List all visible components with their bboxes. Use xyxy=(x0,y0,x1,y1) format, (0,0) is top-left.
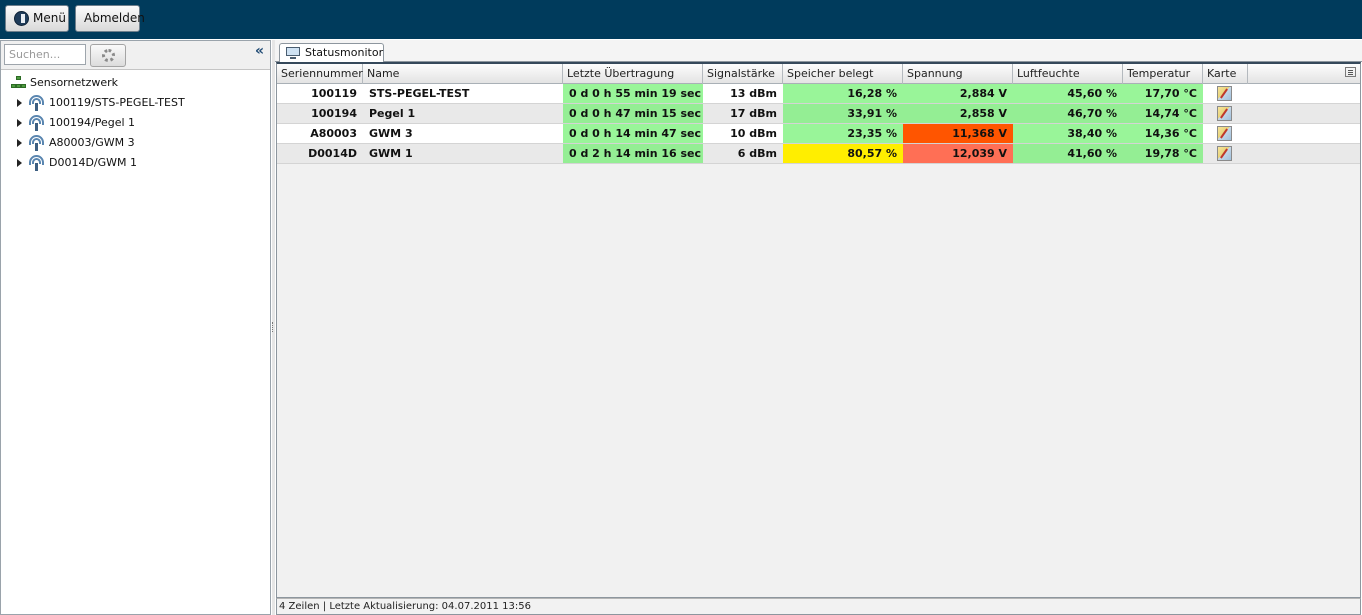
cell-voltage: 2,858 V xyxy=(903,104,1013,123)
cell-temperature: 19,78 °C xyxy=(1123,144,1203,163)
expand-arrow-icon[interactable] xyxy=(17,139,22,147)
cell-last-transmission: 0 d 0 h 14 min 47 sec xyxy=(563,124,703,143)
map-icon[interactable] xyxy=(1217,86,1232,101)
sensor-antenna-icon xyxy=(28,115,45,131)
cell-name: GWM 3 xyxy=(369,127,413,140)
tree-item-label: 100119/STS-PEGEL-TEST xyxy=(49,96,185,109)
cell-memory: 16,28 % xyxy=(783,84,903,103)
tree-item-label: D0014D/GWM 1 xyxy=(49,156,138,169)
search-input[interactable] xyxy=(4,44,86,65)
cell-name: GWM 1 xyxy=(369,147,413,160)
table-row[interactable]: 100194 Pegel 1 0 d 0 h 47 min 15 sec 17 … xyxy=(277,104,1360,124)
cell-temperature: 14,74 °C xyxy=(1123,104,1203,123)
cell-humidity: 45,60 % xyxy=(1013,84,1123,103)
menu-button-label: Menü xyxy=(33,11,66,25)
column-header-name[interactable]: Name xyxy=(363,64,563,84)
sidebar-toolbar: « xyxy=(1,41,270,70)
cell-memory: 80,57 % xyxy=(783,144,903,163)
tab-statusmonitor[interactable]: Statusmonitor xyxy=(279,43,384,63)
logout-button[interactable]: Abmelden xyxy=(75,5,145,32)
column-header-memory[interactable]: Speicher belegt xyxy=(783,64,903,84)
cell-last-transmission: 0 d 2 h 14 min 16 sec xyxy=(563,144,703,163)
menu-button[interactable]: Menü xyxy=(5,5,69,32)
expand-arrow-icon[interactable] xyxy=(17,119,22,127)
cell-last-transmission: 0 d 0 h 47 min 15 sec xyxy=(563,104,703,123)
cell-serial: D0014D xyxy=(308,147,357,160)
cell-signal: 6 dBm xyxy=(737,147,777,160)
cell-map xyxy=(1203,144,1248,163)
sensor-antenna-icon xyxy=(28,155,45,171)
sensor-tree: Sensornetzwerk 100119/STS-PEGEL-TEST 100… xyxy=(1,73,270,173)
column-header-humidity[interactable]: Luftfeuchte xyxy=(1013,64,1123,84)
table-row[interactable]: D0014D GWM 1 0 d 2 h 14 min 16 sec 6 dBm… xyxy=(277,144,1360,164)
cell-voltage: 11,368 V xyxy=(903,124,1013,143)
main-panel: Statusmonitor Seriennummer Name Letzte Ü… xyxy=(275,40,1362,615)
network-icon xyxy=(11,76,27,90)
app-logo-icon xyxy=(14,11,29,26)
tab-label: Statusmonitor xyxy=(305,46,384,59)
sensor-antenna-icon xyxy=(28,135,45,151)
cell-map xyxy=(1203,124,1248,143)
map-icon[interactable] xyxy=(1217,106,1232,121)
cell-memory: 23,35 % xyxy=(783,124,903,143)
cell-name: Pegel 1 xyxy=(369,107,416,120)
table-row[interactable]: A80003 GWM 3 0 d 0 h 14 min 47 sec 10 dB… xyxy=(277,124,1360,144)
cell-voltage: 12,039 V xyxy=(903,144,1013,163)
cell-serial: A80003 xyxy=(310,127,357,140)
column-header-temperature[interactable]: Temperatur xyxy=(1123,64,1203,84)
cell-memory: 33,91 % xyxy=(783,104,903,123)
cell-temperature: 14,36 °C xyxy=(1123,124,1203,143)
tree-item-label: A80003/GWM 3 xyxy=(49,136,135,149)
map-icon[interactable] xyxy=(1217,126,1232,141)
sidebar: « Sensornetzwerk 100119/STS-PEGEL-TEST 1… xyxy=(0,40,271,615)
expand-arrow-icon[interactable] xyxy=(17,99,22,107)
tree-item-sensor[interactable]: D0014D/GWM 1 xyxy=(1,153,270,173)
monitor-icon xyxy=(286,47,300,59)
status-table: Seriennummer Name Letzte Übertragung Sig… xyxy=(276,62,1361,598)
sensor-antenna-icon xyxy=(28,95,45,111)
tree-root[interactable]: Sensornetzwerk xyxy=(1,73,270,93)
tree-item-sensor[interactable]: 100194/Pegel 1 xyxy=(1,113,270,133)
tree-item-label: 100194/Pegel 1 xyxy=(49,116,136,129)
cell-name: STS-PEGEL-TEST xyxy=(369,87,470,100)
cell-humidity: 41,60 % xyxy=(1013,144,1123,163)
column-header-serial[interactable]: Seriennummer xyxy=(277,64,363,84)
cell-temperature: 17,70 °C xyxy=(1123,84,1203,103)
collapse-sidebar-icon[interactable]: « xyxy=(255,43,264,59)
tree-root-label: Sensornetzwerk xyxy=(30,76,118,89)
tree-item-sensor[interactable]: A80003/GWM 3 xyxy=(1,133,270,153)
cell-signal: 17 dBm xyxy=(730,107,777,120)
status-bar: 4 Zeilen | Letzte Aktualisierung: 04.07.… xyxy=(276,598,1361,615)
column-header-map[interactable]: Karte xyxy=(1203,64,1248,84)
cell-serial: 100119 xyxy=(311,87,357,100)
cell-humidity: 46,70 % xyxy=(1013,104,1123,123)
cell-voltage: 2,884 V xyxy=(903,84,1013,103)
cell-last-transmission: 0 d 0 h 55 min 19 sec xyxy=(563,84,703,103)
cell-serial: 100194 xyxy=(311,107,357,120)
top-bar: Menü Abmelden xyxy=(0,0,1362,39)
column-header-signal[interactable]: Signalstärke xyxy=(703,64,783,84)
tab-strip: Statusmonitor xyxy=(275,40,1362,63)
settings-button[interactable] xyxy=(90,44,126,67)
table-row[interactable]: 100119 STS-PEGEL-TEST 0 d 0 h 55 min 19 … xyxy=(277,84,1360,104)
column-header-last-transmission[interactable]: Letzte Übertragung xyxy=(563,64,703,84)
column-header-voltage[interactable]: Spannung xyxy=(903,64,1013,84)
column-menu-icon[interactable] xyxy=(1345,67,1356,77)
cell-signal: 10 dBm xyxy=(730,127,777,140)
expand-arrow-icon[interactable] xyxy=(17,159,22,167)
cell-signal: 13 dBm xyxy=(730,87,777,100)
cell-humidity: 38,40 % xyxy=(1013,124,1123,143)
tree-item-sensor[interactable]: 100119/STS-PEGEL-TEST xyxy=(1,93,270,113)
table-header: Seriennummer Name Letzte Übertragung Sig… xyxy=(277,64,1360,84)
map-icon[interactable] xyxy=(1217,146,1232,161)
cell-map xyxy=(1203,104,1248,123)
gear-icon xyxy=(102,49,115,62)
cell-map xyxy=(1203,84,1248,103)
